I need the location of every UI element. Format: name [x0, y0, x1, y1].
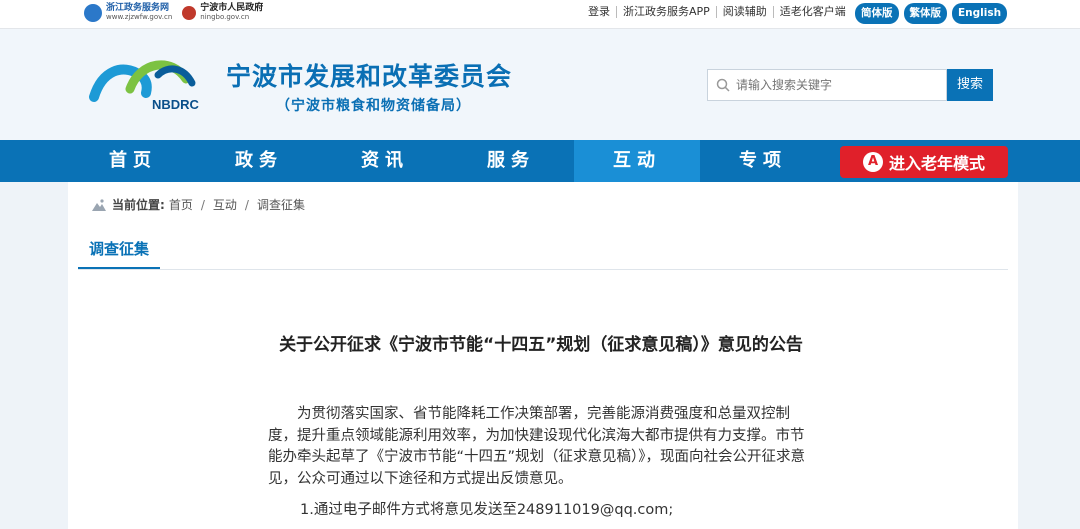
site-title[interactable]: 宁波市发展和改革委员会: [226, 57, 512, 93]
search-icon: [716, 78, 730, 92]
zj-portal-url: www.zjzwfw.gov.cn: [106, 13, 173, 21]
reading-assist-link[interactable]: 阅读辅助: [717, 6, 774, 18]
elderly-client-link[interactable]: 适老化客户端: [774, 6, 852, 18]
site-subtitle: （宁波市粮食和物资储备局）: [276, 98, 471, 114]
login-link[interactable]: 登录: [582, 6, 617, 18]
zj-app-link[interactable]: 浙江政务服务APP: [617, 6, 717, 18]
breadcrumb-home[interactable]: 首页: [169, 196, 193, 213]
breadcrumb: 当前位置: 首页 / 互动 / 调查征集: [92, 196, 305, 213]
tab-divider: [78, 269, 1008, 270]
content-panel: 当前位置: 首页 / 互动 / 调查征集 调查征集 关于公开征求《宁波市节能“十…: [68, 182, 1018, 529]
breadcrumb-label: 当前位置:: [112, 198, 165, 212]
article-title: 关于公开征求《宁波市节能“十四五”规划（征求意见稿）》意见的公告: [279, 335, 803, 355]
elder-mode-icon: A: [862, 152, 883, 172]
nb-gov-url: ningbo.gov.cn: [200, 13, 250, 21]
location-icon: [92, 198, 106, 211]
nb-gov-name[interactable]: 宁波市人民政府: [200, 4, 263, 13]
nav-item-news[interactable]: 资讯: [322, 140, 448, 182]
article-body: 为贯彻落实国家、省节能降耗工作决策部署，完善能源消费强度和总量双控制度，提升重点…: [268, 406, 806, 487]
breadcrumb-interaction[interactable]: 互动: [213, 196, 237, 213]
zj-portal-name[interactable]: 浙江政务服务网: [106, 4, 172, 13]
english-button[interactable]: English: [952, 3, 1008, 24]
nav-item-special[interactable]: 专项: [700, 140, 826, 182]
nav-item-services[interactable]: 服务: [448, 140, 574, 182]
zjzwfw-logo-icon[interactable]: [84, 4, 102, 22]
simplified-button[interactable]: 简体版: [855, 3, 899, 24]
nbdrc-logo-icon[interactable]: NBDRC: [88, 53, 203, 113]
nav-item-home[interactable]: 首页: [70, 140, 196, 182]
search-bar: 搜索: [707, 69, 993, 101]
nav-item-interaction[interactable]: 互动: [574, 140, 700, 182]
search-button[interactable]: 搜索: [947, 69, 993, 101]
breadcrumb-survey[interactable]: 调查征集: [257, 196, 305, 213]
nav-item-government[interactable]: 政务: [196, 140, 322, 182]
top-utility-bar: 浙江政务服务网 www.zjzwfw.gov.cn 宁波市人民政府 ningbo…: [0, 0, 1080, 29]
search-box: [707, 69, 947, 101]
main-nav: 首页 政务 资讯 服务 互动 专项 A 进入老年模式: [0, 140, 1080, 182]
site-header: NBDRC 宁波市发展和改革委员会 （宁波市粮食和物资储备局） 搜索: [0, 29, 1080, 140]
logo-text: NBDRC: [152, 97, 200, 112]
tab-survey[interactable]: 调查征集: [78, 239, 160, 270]
language-switcher: 简体版 繁体版 English: [855, 3, 1008, 24]
article-item-1: 1.通过电子邮件方式将意见发送至248911019@qq.com;: [300, 502, 674, 518]
traditional-button[interactable]: 繁体版: [903, 3, 947, 24]
top-links: 登录 浙江政务服务APP 阅读辅助 适老化客户端: [582, 6, 852, 18]
portal-logos: 浙江政务服务网 www.zjzwfw.gov.cn 宁波市人民政府 ningbo…: [84, 4, 273, 22]
elder-mode-label: 进入老年模式: [888, 154, 985, 173]
elder-mode-button[interactable]: A 进入老年模式: [840, 146, 1008, 178]
search-input[interactable]: [736, 78, 936, 92]
ningbo-gov-emblem-icon[interactable]: [182, 6, 197, 20]
